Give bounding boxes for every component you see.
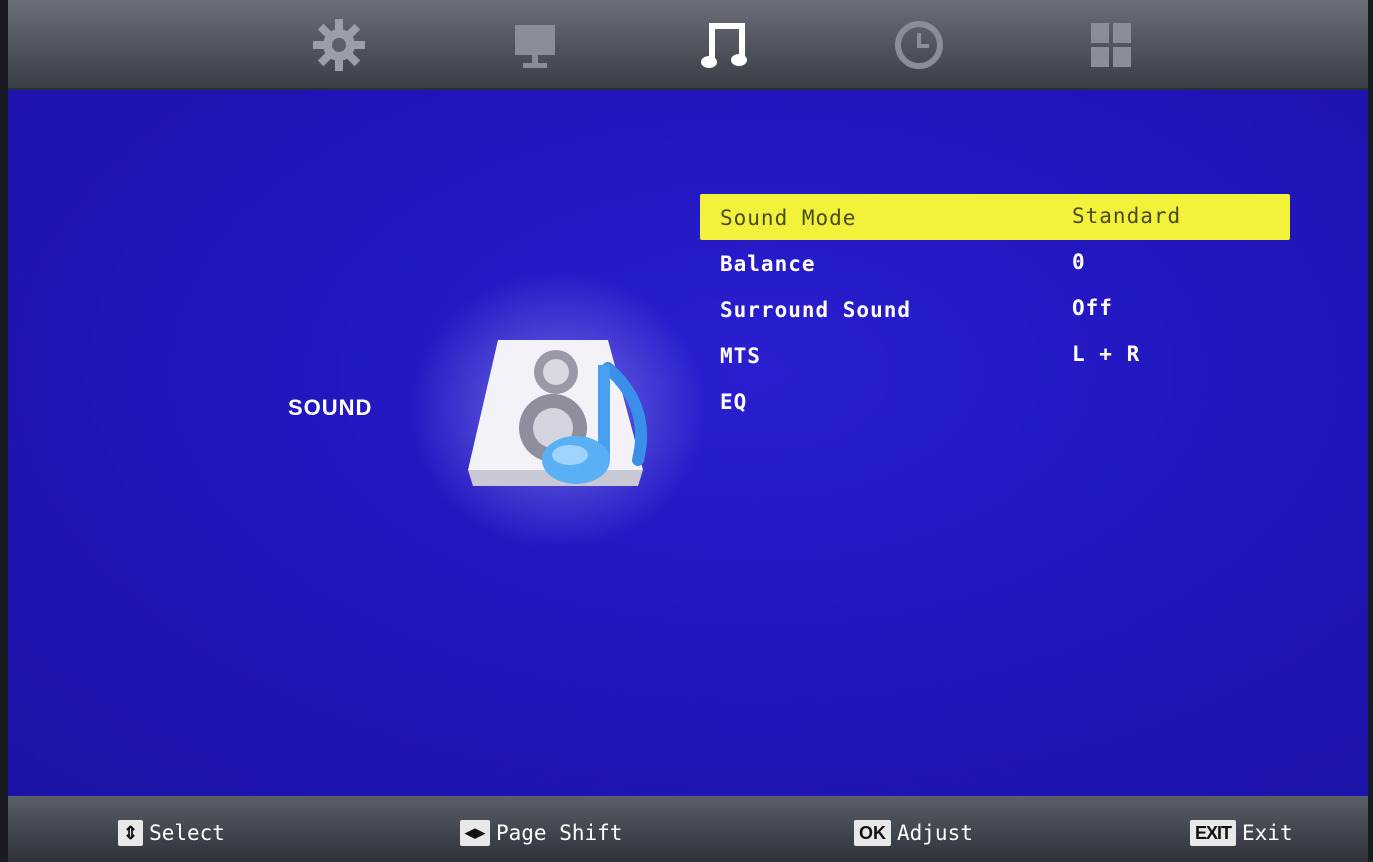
tab-settings[interactable]	[304, 10, 374, 80]
hint-select-label: Select	[149, 821, 225, 845]
clock-icon	[895, 21, 943, 69]
menu-item-label: Balance	[720, 252, 816, 276]
hint-exit: EXIT Exit	[1190, 818, 1293, 848]
menu-tab-bar	[8, 0, 1368, 90]
menu-item-label: Sound Mode	[720, 206, 857, 230]
menu-item-label: EQ	[720, 390, 748, 414]
hint-adjust-label: Adjust	[897, 821, 973, 845]
menu-item-value: Off	[1072, 296, 1113, 320]
left-right-arrows-icon: ◀▶	[460, 820, 490, 846]
music-note-icon	[701, 23, 747, 68]
menu-item-mts[interactable]: MTS L + R	[700, 332, 1290, 378]
sound-menu-list: Sound Mode Standard Balance 0 Surround S…	[700, 194, 1290, 424]
tab-sound[interactable]	[692, 10, 762, 80]
menu-item-label: Surround Sound	[720, 298, 912, 322]
exit-key-icon: EXIT	[1190, 820, 1237, 846]
menu-item-value: 0	[1072, 250, 1086, 274]
category-title: SOUND	[288, 395, 373, 420]
tab-time[interactable]	[884, 10, 954, 80]
hint-page-shift: ◀▶ Page Shift	[460, 818, 622, 848]
monitor-icon	[515, 25, 555, 68]
tab-options[interactable]	[1076, 10, 1146, 80]
hint-adjust: OK Adjust	[854, 818, 973, 848]
grid-icon	[1091, 23, 1131, 67]
up-down-arrows-icon: ⇕	[118, 820, 144, 846]
speaker-music-icon	[408, 270, 708, 550]
main-panel: SOUND Sound Mode Standard Balance 0 Surr…	[8, 90, 1368, 795]
hint-select: ⇕ Select	[118, 818, 225, 848]
menu-item-value: Standard	[1072, 204, 1182, 228]
footer-hint-bar: ⇕ Select ◀▶ Page Shift OK Adjust EXIT Ex…	[8, 796, 1368, 862]
ok-key-icon: OK	[854, 820, 891, 846]
menu-item-sound-mode[interactable]: Sound Mode Standard	[700, 194, 1290, 240]
tab-picture[interactable]	[500, 10, 570, 80]
hint-exit-label: Exit	[1242, 821, 1293, 845]
tv-screen: SOUND Sound Mode Standard Balance 0 Surr…	[8, 0, 1368, 862]
menu-item-value: L + R	[1072, 342, 1141, 366]
menu-item-surround-sound[interactable]: Surround Sound Off	[700, 286, 1290, 332]
menu-item-eq[interactable]: EQ	[700, 378, 1290, 424]
hint-page-shift-label: Page Shift	[496, 821, 623, 845]
menu-item-balance[interactable]: Balance 0	[700, 240, 1290, 286]
gear-icon	[313, 19, 365, 71]
menu-item-label: MTS	[720, 344, 761, 368]
